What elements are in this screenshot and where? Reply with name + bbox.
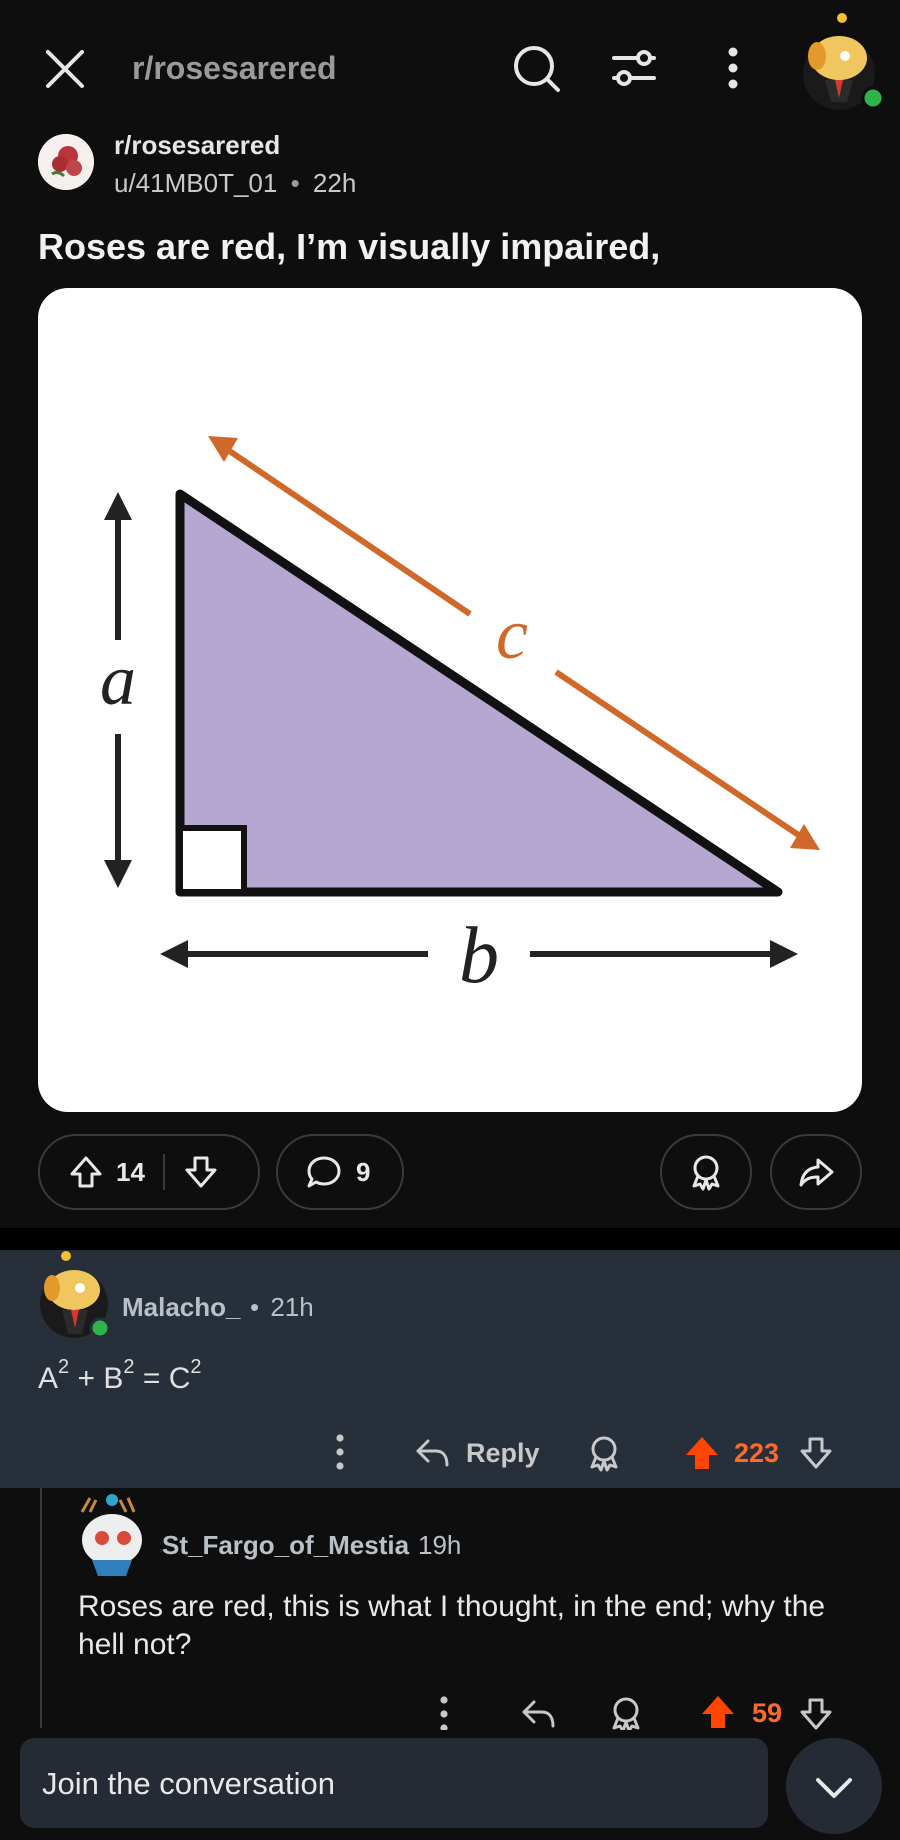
reply-icon[interactable] — [518, 1694, 558, 1730]
more-options-icon[interactable] — [705, 40, 761, 96]
label-c: c — [496, 594, 528, 674]
comment-st-fargo: St_Fargo_of_Mestia 19h Roses are red, th… — [0, 1488, 900, 1730]
downvote-icon[interactable] — [796, 1433, 836, 1473]
label-a: a — [100, 640, 136, 720]
share-icon — [799, 1158, 834, 1187]
top-bar: r/rosesarered — [0, 0, 900, 130]
comment-author[interactable]: Malacho_ — [122, 1292, 241, 1323]
collapse-button[interactable] — [786, 1738, 882, 1834]
post-header: r/rosesarered u/41MB0T_01 • 22h — [38, 130, 858, 210]
downvote-icon[interactable] — [181, 1152, 221, 1192]
commenter-avatar[interactable] — [36, 1250, 116, 1340]
comment-body[interactable]: Roses are red, this is what I thought, i… — [78, 1588, 858, 1664]
commenter-avatar[interactable] — [72, 1490, 152, 1580]
award-icon — [692, 1155, 720, 1191]
right-angle-marker — [177, 825, 247, 895]
header-title: r/rosesarered — [132, 50, 337, 86]
upvote-icon-active[interactable] — [682, 1433, 722, 1473]
share-button[interactable] — [770, 1134, 862, 1210]
right-triangle — [175, 489, 783, 897]
comment-action-bar: Reply 223 — [320, 1428, 880, 1478]
chevron-down-icon — [816, 1778, 852, 1798]
label-b: b — [459, 912, 499, 1000]
reply-icon — [416, 1439, 449, 1467]
post-image[interactable]: a b c — [38, 288, 862, 1112]
post-age: 22h — [312, 168, 357, 198]
section-divider — [0, 1228, 900, 1250]
comment-score: 223 — [734, 1438, 780, 1468]
post-author[interactable]: u/41MB0T_01 — [114, 168, 277, 198]
reply-button[interactable]: Reply — [412, 1428, 540, 1478]
exp-b: 2 — [123, 1356, 135, 1378]
comment-author[interactable]: St_Fargo_of_Mestia — [162, 1530, 409, 1561]
downvote-icon[interactable] — [796, 1694, 836, 1730]
subreddit-name[interactable]: r/rosesarered — [114, 130, 280, 161]
comment-age: • 21h — [250, 1292, 314, 1323]
comment-body[interactable]: A2 + B2 = C2 — [38, 1352, 201, 1398]
more-options-icon[interactable] — [320, 1430, 360, 1474]
join-conversation-input[interactable]: Join the conversation — [20, 1738, 768, 1828]
equals-sign: = — [134, 1362, 169, 1395]
search-icon[interactable] — [508, 40, 564, 96]
post-action-bar: 14 9 — [38, 1134, 862, 1210]
upvote-icon[interactable] — [66, 1152, 106, 1192]
user-avatar[interactable] — [795, 12, 885, 112]
vote-pill: 14 — [38, 1134, 260, 1210]
post-title[interactable]: Roses are red, I’m visually impaired, — [38, 226, 660, 268]
rose-icon — [38, 134, 94, 190]
comment-action-bar: 59 — [424, 1690, 864, 1730]
meta-separator: • — [290, 168, 300, 198]
triangle-diagram: a b c — [100, 436, 820, 1000]
post-meta: u/41MB0T_01 • 22h — [114, 168, 356, 199]
post-upvote-count: 14 — [116, 1156, 145, 1187]
subreddit-avatar[interactable] — [38, 134, 94, 190]
award-icon[interactable] — [584, 1433, 624, 1473]
award-icon[interactable] — [606, 1694, 646, 1730]
exp-c: 2 — [190, 1356, 202, 1378]
close-icon[interactable] — [40, 44, 90, 94]
plus-sign: + — [69, 1362, 104, 1395]
comment-malacho: Malacho_ • 21h A2 + B2 = C2 Reply 223 — [0, 1250, 900, 1488]
term-c: C — [168, 1362, 191, 1395]
comment-score: 59 — [752, 1698, 783, 1728]
award-button[interactable] — [660, 1134, 752, 1210]
term-b: B — [103, 1362, 124, 1395]
vote-divider — [162, 1154, 165, 1190]
meta-separator: • — [250, 1292, 260, 1322]
composer-placeholder: Join the conversation — [42, 1766, 335, 1801]
reply-label: Reply — [466, 1437, 540, 1468]
post-comment-count: 9 — [356, 1156, 371, 1187]
comments-button[interactable]: 9 — [276, 1134, 404, 1210]
term-a: A — [38, 1362, 59, 1395]
comment-icon — [307, 1156, 341, 1188]
upvote-icon-active[interactable] — [698, 1692, 738, 1730]
more-options-icon[interactable] — [424, 1692, 464, 1730]
sort-filter-icon[interactable] — [606, 40, 662, 96]
comment-age: 19h — [418, 1530, 462, 1560]
comment-age-value: 21h — [270, 1292, 314, 1322]
exp-a: 2 — [58, 1356, 70, 1378]
